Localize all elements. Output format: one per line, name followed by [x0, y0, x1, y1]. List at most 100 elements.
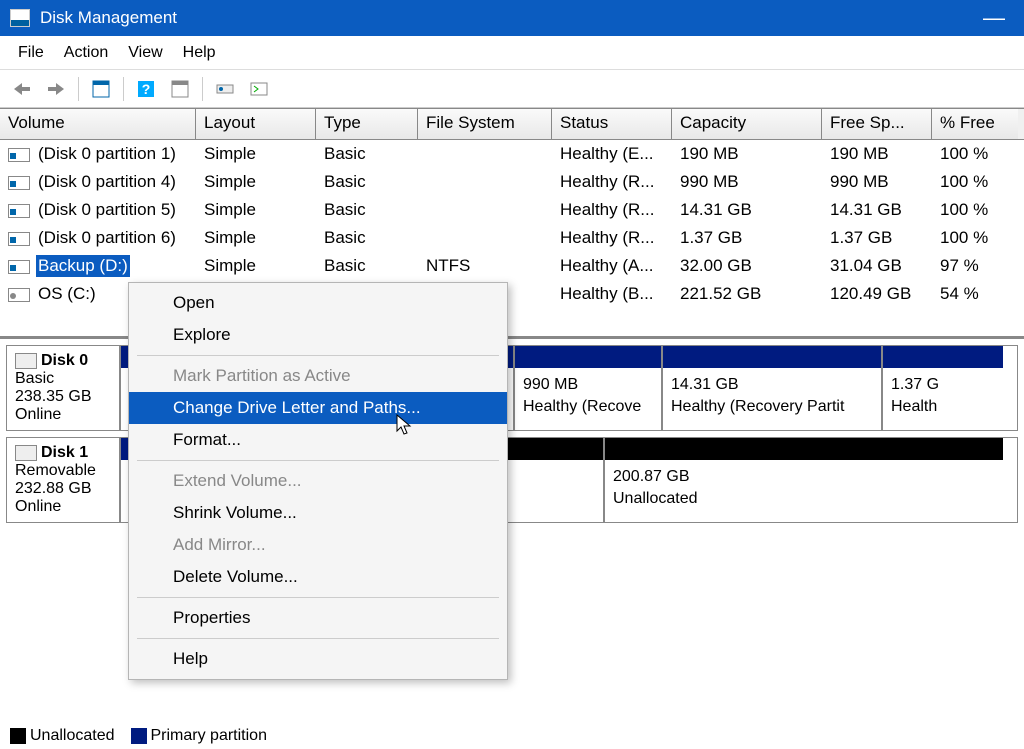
cell-type: Basic [316, 254, 418, 278]
context-menu-item[interactable]: Shrink Volume... [129, 497, 507, 529]
table-row[interactable]: (Disk 0 partition 6)SimpleBasicHealthy (… [0, 224, 1024, 252]
partition-bar [883, 346, 1003, 368]
partition-body: 14.31 GBHealthy (Recovery Partit [663, 368, 881, 423]
partition-bar [605, 438, 1003, 460]
menu-help[interactable]: Help [173, 40, 226, 66]
partition-body: 1.37 GHealth [883, 368, 1003, 423]
partition-body: 990 MBHealthy (Recove [515, 368, 661, 423]
table-row[interactable]: Backup (D:)SimpleBasicNTFSHealthy (A...3… [0, 252, 1024, 280]
context-menu-item[interactable]: Help [129, 643, 507, 675]
legend-swatch-primary [131, 728, 147, 744]
cell-pctfree: 100 % [932, 142, 1018, 166]
table-row[interactable]: (Disk 0 partition 5)SimpleBasicHealthy (… [0, 196, 1024, 224]
volume-name: (Disk 0 partition 4) [36, 171, 178, 193]
partition[interactable]: 990 MBHealthy (Recove [515, 346, 663, 430]
titlebar[interactable]: Disk Management — [0, 0, 1024, 36]
cell-fs [418, 180, 552, 184]
context-menu-item[interactable]: Explore [129, 319, 507, 351]
cell-pctfree: 100 % [932, 226, 1018, 250]
context-menu-item[interactable]: Delete Volume... [129, 561, 507, 593]
cell-fs [418, 236, 552, 240]
menubar: File Action View Help [0, 36, 1024, 70]
cell-capacity: 221.52 GB [672, 282, 822, 306]
cell-capacity: 1.37 GB [672, 226, 822, 250]
cell-status: Healthy (R... [552, 170, 672, 194]
context-menu-item[interactable]: Properties [129, 602, 507, 634]
partition-body: 200.87 GBUnallocated [605, 460, 1003, 515]
table-row[interactable]: (Disk 0 partition 4)SimpleBasicHealthy (… [0, 168, 1024, 196]
volume-name: (Disk 0 partition 6) [36, 227, 178, 249]
legend-label-unallocated: Unallocated [30, 727, 115, 744]
col-capacity[interactable]: Capacity [672, 109, 822, 139]
cursor-icon [396, 414, 416, 443]
properties-icon[interactable] [87, 75, 115, 103]
forward-icon[interactable] [42, 75, 70, 103]
partition-bar [515, 346, 661, 368]
disk-name: Disk 0 [41, 352, 88, 369]
cell-layout: Simple [196, 198, 316, 222]
cell-layout: Simple [196, 170, 316, 194]
col-layout[interactable]: Layout [196, 109, 316, 139]
context-menu-item[interactable]: Format... [129, 424, 507, 456]
disk-header[interactable]: Disk 0Basic238.35 GBOnline [7, 346, 121, 430]
volume-name: (Disk 0 partition 5) [36, 199, 178, 221]
cell-capacity: 14.31 GB [672, 198, 822, 222]
disk-kind: Basic [15, 370, 54, 387]
cell-fs [418, 208, 552, 212]
cell-capacity: 32.00 GB [672, 254, 822, 278]
disk-icon [15, 445, 37, 461]
col-freespace[interactable]: Free Sp... [822, 109, 932, 139]
list-icon[interactable] [245, 75, 273, 103]
context-menu-item[interactable]: Change Drive Letter and Paths... [129, 392, 507, 424]
cell-layout: Simple [196, 226, 316, 250]
menu-separator [137, 638, 499, 639]
context-menu-item[interactable]: Open [129, 287, 507, 319]
table-row[interactable]: (Disk 0 partition 1)SimpleBasicHealthy (… [0, 140, 1024, 168]
menu-view[interactable]: View [118, 40, 172, 66]
cell-status: Healthy (R... [552, 198, 672, 222]
help-icon[interactable]: ? [132, 75, 160, 103]
cell-freespace: 31.04 GB [822, 254, 932, 278]
partition[interactable]: 1.37 GHealth [883, 346, 1003, 430]
col-status[interactable]: Status [552, 109, 672, 139]
disk-size: 232.88 GB [15, 480, 92, 497]
col-pctfree[interactable]: % Free [932, 109, 1018, 139]
context-menu-item: Add Mirror... [129, 529, 507, 561]
disk-state: Online [15, 498, 61, 515]
cell-pctfree: 100 % [932, 198, 1018, 222]
cell-freespace: 1.37 GB [822, 226, 932, 250]
partition[interactable]: 200.87 GBUnallocated [605, 438, 1003, 522]
legend: Unallocated Primary partition [10, 727, 267, 745]
app-icon [10, 9, 30, 27]
disk-header[interactable]: Disk 1Removable232.88 GBOnline [7, 438, 121, 522]
context-menu-item: Mark Partition as Active [129, 360, 507, 392]
menu-action[interactable]: Action [54, 40, 118, 66]
col-type[interactable]: Type [316, 109, 418, 139]
menu-separator [137, 597, 499, 598]
toolbar: ? [0, 70, 1024, 108]
partition[interactable]: 14.31 GBHealthy (Recovery Partit [663, 346, 883, 430]
volume-icon [8, 260, 30, 274]
legend-swatch-unallocated [10, 728, 26, 744]
cell-fs [418, 152, 552, 156]
refresh-icon[interactable] [211, 75, 239, 103]
volume-icon [8, 176, 30, 190]
context-menu[interactable]: OpenExplore Mark Partition as ActiveChang… [128, 282, 508, 680]
volume-icon [8, 232, 30, 246]
volume-icon [8, 288, 30, 302]
cell-freespace: 190 MB [822, 142, 932, 166]
back-icon[interactable] [8, 75, 36, 103]
cell-status: Healthy (A... [552, 254, 672, 278]
window-title: Disk Management [40, 8, 177, 28]
menu-separator [137, 460, 499, 461]
col-filesystem[interactable]: File System [418, 109, 552, 139]
disk-kind: Removable [15, 462, 96, 479]
settings-icon[interactable] [166, 75, 194, 103]
col-volume[interactable]: Volume [0, 109, 196, 139]
menu-file[interactable]: File [8, 40, 54, 66]
disk-size: 238.35 GB [15, 388, 92, 405]
cell-capacity: 190 MB [672, 142, 822, 166]
volume-name: (Disk 0 partition 1) [36, 143, 178, 165]
minimize-button[interactable]: — [974, 5, 1014, 31]
partition-bar [663, 346, 881, 368]
